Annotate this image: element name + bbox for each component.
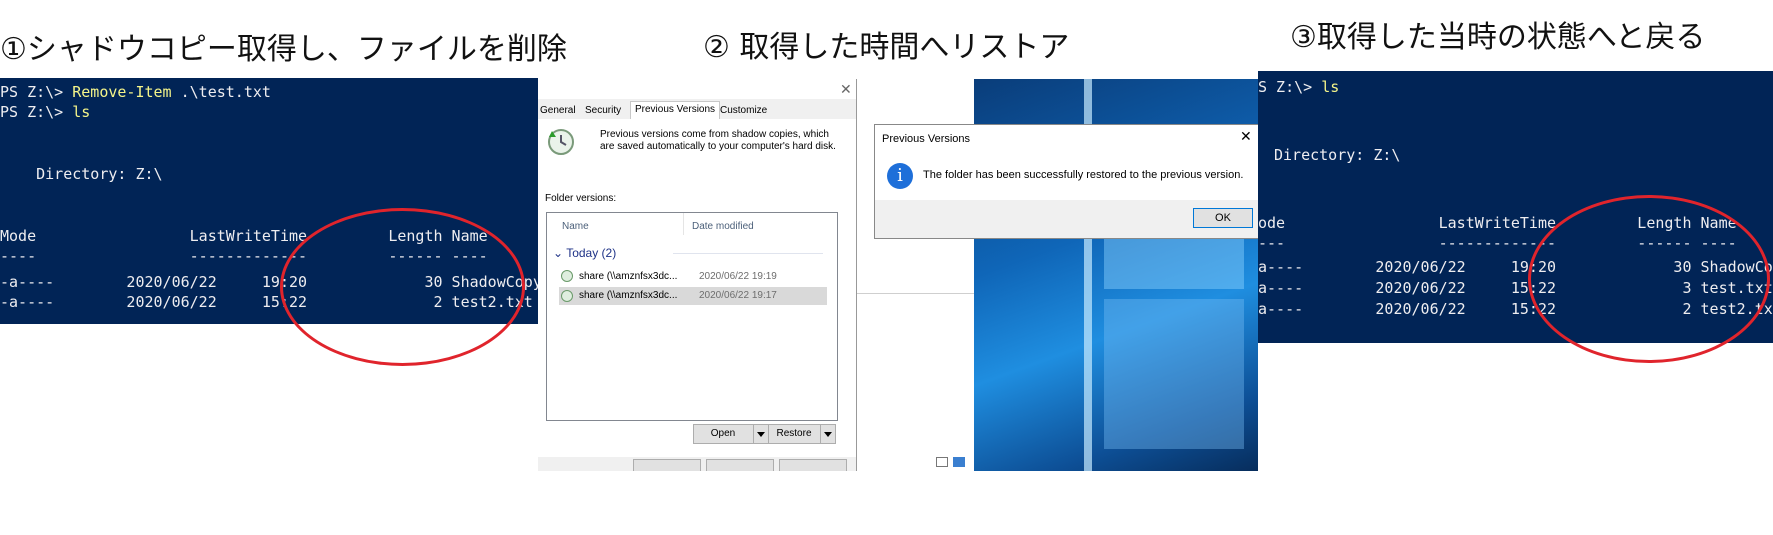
open-button[interactable]: Open: [693, 424, 769, 444]
close-icon[interactable]: ✕: [1240, 128, 1252, 145]
description-line: Previous versions come from shadow copie…: [600, 129, 829, 140]
large-icons-view-icon[interactable]: [953, 457, 965, 467]
ok-button[interactable]: OK: [1193, 208, 1253, 228]
restore-button[interactable]: Restore: [768, 424, 836, 444]
dialog-titlebar: [538, 79, 856, 99]
message-text: The folder has been successfully restore…: [923, 169, 1244, 181]
tab-content: Previous versions come from shadow copie…: [538, 119, 856, 471]
terminal-line-1: PS Z:\> Remove-Item .\test.txt: [0, 83, 271, 101]
list-item-selected[interactable]: share (\\amznfsx3dc... 2020/06/22 19:17: [559, 287, 827, 305]
history-icon: [561, 270, 573, 282]
footer-button[interactable]: [633, 459, 701, 471]
tab-previous-versions[interactable]: Previous Versions: [630, 101, 721, 120]
step2-heading: ② 取得した時間へリストア: [703, 30, 1070, 65]
message-box-title: Previous Versions: [882, 133, 971, 145]
list-item[interactable]: share (\\amznfsx3dc... 2020/06/22 19:19: [559, 268, 827, 285]
tab-security[interactable]: Security: [585, 103, 621, 119]
footer-button[interactable]: [706, 459, 774, 471]
group-today[interactable]: ⌄ Today (2): [553, 246, 616, 260]
close-icon[interactable]: ✕: [840, 81, 852, 98]
versions-list[interactable]: Name Date modified ⌄ Today (2) share (\\…: [546, 212, 838, 421]
highlight-circle: [1528, 195, 1770, 363]
chevron-down-icon: [757, 432, 765, 437]
footer-button[interactable]: [779, 459, 847, 471]
history-icon: [561, 290, 573, 302]
folder-versions-label: Folder versions:: [545, 193, 617, 204]
terminal-line-1: S Z:\> ls: [1258, 78, 1340, 96]
details-view-icon[interactable]: [936, 457, 948, 467]
directory-label: Directory: Z:\: [0, 165, 163, 183]
chevron-down-icon: [824, 432, 832, 437]
step1-heading: ①シャドウコピー取得し、ファイルを削除: [0, 32, 567, 67]
column-header-name[interactable]: Name: [562, 221, 589, 232]
description-line: are saved automatically to your computer…: [600, 141, 836, 152]
group-divider: [673, 253, 823, 254]
open-dropdown[interactable]: [753, 425, 768, 443]
divider: [857, 293, 974, 294]
chevron-down-icon: ⌄: [553, 246, 564, 260]
step3-heading: ③取得した当時の状態へと戻る: [1290, 20, 1706, 55]
message-box: Previous Versions ✕ i The folder has bee…: [874, 124, 1260, 239]
tab-customize[interactable]: Customize: [720, 103, 767, 119]
history-icon: [546, 127, 576, 157]
terminal-line-2: PS Z:\> ls: [0, 103, 91, 121]
info-icon: i: [887, 163, 913, 189]
tab-general[interactable]: General: [540, 103, 576, 119]
directory-label: Directory: Z:\: [1274, 146, 1401, 164]
properties-dialog: ✕ General Security Previous Versions Cus…: [538, 79, 857, 471]
column-divider: [683, 213, 684, 235]
restore-dropdown[interactable]: [820, 425, 835, 443]
message-box-footer: OK: [875, 200, 1259, 238]
column-header-date[interactable]: Date modified: [692, 221, 754, 232]
dialog-footer: [538, 457, 856, 471]
highlight-circle: [280, 208, 525, 366]
decorative-light: [1104, 299, 1244, 449]
